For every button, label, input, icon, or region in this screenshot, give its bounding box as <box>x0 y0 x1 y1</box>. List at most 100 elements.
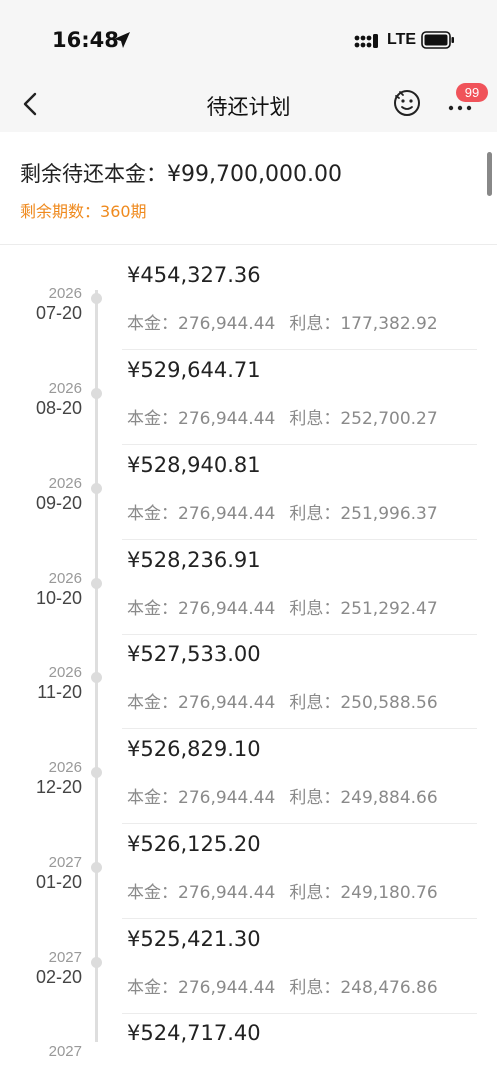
row-date: 01-20 <box>35 872 82 892</box>
row-interest: 250,588.56 <box>340 693 438 713</box>
timeline-dot <box>91 578 102 589</box>
status-time: 16:48 <box>52 28 119 52</box>
timeline-dot <box>91 862 102 873</box>
timeline-dot <box>91 672 102 683</box>
remaining-principal: 剩余待还本金：¥99,700,000.00 <box>20 158 342 188</box>
row-amount: ¥529,644.71 <box>127 358 261 382</box>
timeline-dot <box>91 388 102 399</box>
row-date: 10-20 <box>35 588 82 608</box>
row-principal: 276,944.44 <box>178 788 276 808</box>
customer-service-face-icon[interactable] <box>392 88 422 118</box>
remaining-periods-value: 360期 <box>100 202 147 221</box>
row-detail: 本金：276,944.44 利息：252,700.27 <box>127 404 438 429</box>
schedule-row[interactable]: 2026 12-20 ¥526,829.10 本金：276,944.44 利息：2… <box>0 729 497 824</box>
row-interest: 249,884.66 <box>340 788 438 808</box>
row-amount: ¥526,829.10 <box>127 737 261 761</box>
row-principal: 276,944.44 <box>178 314 276 334</box>
row-detail: 本金：276,944.44 利息：249,180.76 <box>127 878 438 903</box>
principal-label: 本金： <box>127 314 178 334</box>
network-type: LTE <box>387 31 417 48</box>
battery-icon <box>421 31 454 49</box>
principal-label: 本金： <box>127 409 178 429</box>
principal-label: 本金： <box>127 504 178 524</box>
principal-label: 本金： <box>127 599 178 619</box>
schedule-row[interactable]: 2026 11-20 ¥527,533.00 本金：276,944.44 利息：2… <box>0 634 497 729</box>
row-date: 11-20 <box>37 682 82 702</box>
location-arrow-icon <box>114 32 130 48</box>
interest-label: 利息： <box>289 883 341 903</box>
row-year: 2026 <box>48 570 82 587</box>
schedule-row[interactable]: 2026 10-20 ¥528,236.91 本金：276,944.44 利息：2… <box>0 540 497 635</box>
row-amount: ¥454,327.36 <box>127 263 261 287</box>
interest-label: 利息： <box>289 693 341 713</box>
row-detail: 本金：276,944.44 利息：251,292.47 <box>127 594 438 619</box>
row-principal: 276,944.44 <box>178 693 276 713</box>
interest-label: 利息： <box>289 314 341 334</box>
principal-label: 本金： <box>127 693 178 713</box>
timeline-dot <box>91 483 102 494</box>
interest-label: 利息： <box>289 978 341 998</box>
schedule-row[interactable]: 2027 01-20 ¥526,125.20 本金：276,944.44 利息：2… <box>0 824 497 919</box>
row-year: 2027 <box>48 854 82 871</box>
row-amount: ¥527,533.00 <box>127 642 261 666</box>
row-amount: ¥524,717.40 <box>127 1021 261 1045</box>
row-year: 2026 <box>48 664 82 681</box>
row-interest: 251,996.37 <box>340 504 438 524</box>
remaining-principal-value: ¥99,700,000.00 <box>167 162 342 187</box>
principal-label: 本金： <box>127 788 178 808</box>
row-detail: 本金：276,944.44 利息：177,382.92 <box>127 309 438 334</box>
row-date: 02-20 <box>35 967 82 987</box>
principal-label: 本金： <box>127 883 178 903</box>
row-principal: 276,944.44 <box>178 599 276 619</box>
row-year: 2026 <box>48 475 82 492</box>
row-principal: 276,944.44 <box>178 978 276 998</box>
schedule-row[interactable]: 2026 09-20 ¥528,940.81 本金：276,944.44 利息：2… <box>0 445 497 540</box>
page-title: 待还计划 <box>206 95 291 119</box>
row-amount: ¥526,125.20 <box>127 832 261 856</box>
interest-label: 利息： <box>289 788 341 808</box>
timeline-dot <box>91 957 102 968</box>
row-interest: 251,292.47 <box>340 599 438 619</box>
divider <box>0 244 497 245</box>
row-principal: 276,944.44 <box>178 504 276 524</box>
row-interest: 248,476.86 <box>340 978 438 998</box>
row-amount: ¥528,940.81 <box>127 453 261 477</box>
row-detail: 本金：276,944.44 利息：249,884.66 <box>127 783 438 808</box>
row-amount: ¥528,236.91 <box>127 548 261 572</box>
row-date: 07-20 <box>35 303 82 323</box>
notification-badge: 99 <box>456 83 488 102</box>
summary-panel <box>0 132 497 244</box>
row-interest: 252,700.27 <box>340 409 438 429</box>
interest-label: 利息： <box>289 504 341 524</box>
schedule-row[interactable]: 2026 07-20 ¥454,327.36 本金：276,944.44 利息：1… <box>0 255 497 350</box>
schedule-row[interactable]: 2026 08-20 ¥529,644.71 本金：276,944.44 利息：2… <box>0 350 497 445</box>
principal-label: 本金： <box>127 978 178 998</box>
interest-label: 利息： <box>289 599 341 619</box>
row-principal: 276,944.44 <box>178 883 276 903</box>
schedule-row[interactable]: 2027 02-20 ¥525,421.30 本金：276,944.44 利息：2… <box>0 919 497 1014</box>
schedule-row[interactable]: 2027 ¥524,717.40 <box>0 1013 497 1080</box>
row-interest: 249,180.76 <box>340 883 438 903</box>
timeline-dot <box>91 293 102 304</box>
row-detail: 本金：276,944.44 利息：250,588.56 <box>127 688 438 713</box>
row-date: 08-20 <box>35 398 82 418</box>
scrollbar[interactable] <box>487 152 492 196</box>
row-date: 09-20 <box>35 493 82 513</box>
remaining-periods: 剩余期数：360期 <box>20 198 147 222</box>
interest-label: 利息： <box>289 409 341 429</box>
signal-strength-icon <box>354 34 378 48</box>
remaining-principal-label: 剩余待还本金： <box>20 162 167 186</box>
top-bar: 16:48 LTE 待还计划 99 <box>0 0 497 132</box>
row-amount: ¥525,421.30 <box>127 927 261 951</box>
timeline-dot <box>91 767 102 778</box>
row-year: 2026 <box>48 285 82 302</box>
row-year: 2027 <box>48 949 82 966</box>
row-year: 2027 <box>48 1043 82 1060</box>
row-detail: 本金：276,944.44 利息：251,996.37 <box>127 499 438 524</box>
row-principal: 276,944.44 <box>178 409 276 429</box>
remaining-periods-label: 剩余期数： <box>20 202 101 221</box>
row-interest: 177,382.92 <box>340 314 438 334</box>
row-year: 2026 <box>48 759 82 776</box>
row-year: 2026 <box>48 380 82 397</box>
row-detail: 本金：276,944.44 利息：248,476.86 <box>127 973 438 998</box>
